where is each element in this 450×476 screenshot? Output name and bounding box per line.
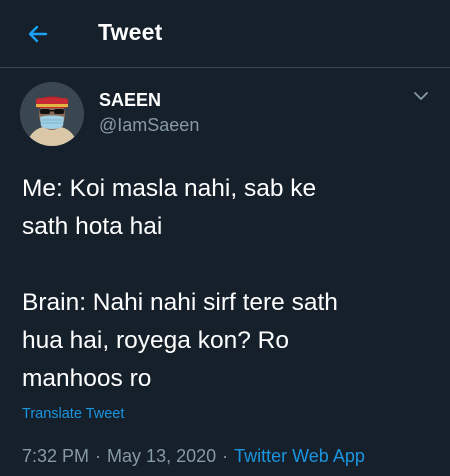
separator: ·: [95, 446, 102, 466]
author-handle[interactable]: @IamSaeen: [99, 115, 199, 136]
avatar-image: [20, 82, 84, 146]
tweet-line: hua hai, royega kon? Ro: [22, 327, 289, 354]
tweet-date[interactable]: May 13, 2020: [107, 446, 216, 466]
back-button[interactable]: [22, 20, 54, 48]
tweet-menu-button[interactable]: [408, 86, 434, 106]
arrow-left-icon: [28, 25, 48, 43]
avatar[interactable]: [20, 82, 84, 146]
top-bar: Tweet: [0, 0, 450, 68]
page-title: Tweet: [98, 19, 163, 45]
author-display-name[interactable]: SAEEN: [99, 90, 161, 111]
tweet-meta: 7:32 PM · May 13, 2020 · Twitter Web App: [22, 446, 365, 467]
translate-tweet-link[interactable]: Translate Tweet: [22, 406, 124, 422]
tweet-line: Me: Koi masla nahi, sab ke: [22, 175, 317, 202]
separator: ·: [222, 446, 229, 466]
tweet-body: Me: Koi masla nahi, sab ke sath hota hai…: [22, 170, 422, 398]
tweet-line: manhoos ro: [22, 365, 152, 392]
tweet-time[interactable]: 7:32 PM: [22, 446, 89, 466]
tweet-line: Brain: Nahi nahi sirf tere sath: [22, 289, 338, 316]
tweet-line: sath hota hai: [22, 213, 163, 240]
chevron-down-icon: [414, 92, 428, 100]
tweet-source-link[interactable]: Twitter Web App: [234, 446, 365, 466]
